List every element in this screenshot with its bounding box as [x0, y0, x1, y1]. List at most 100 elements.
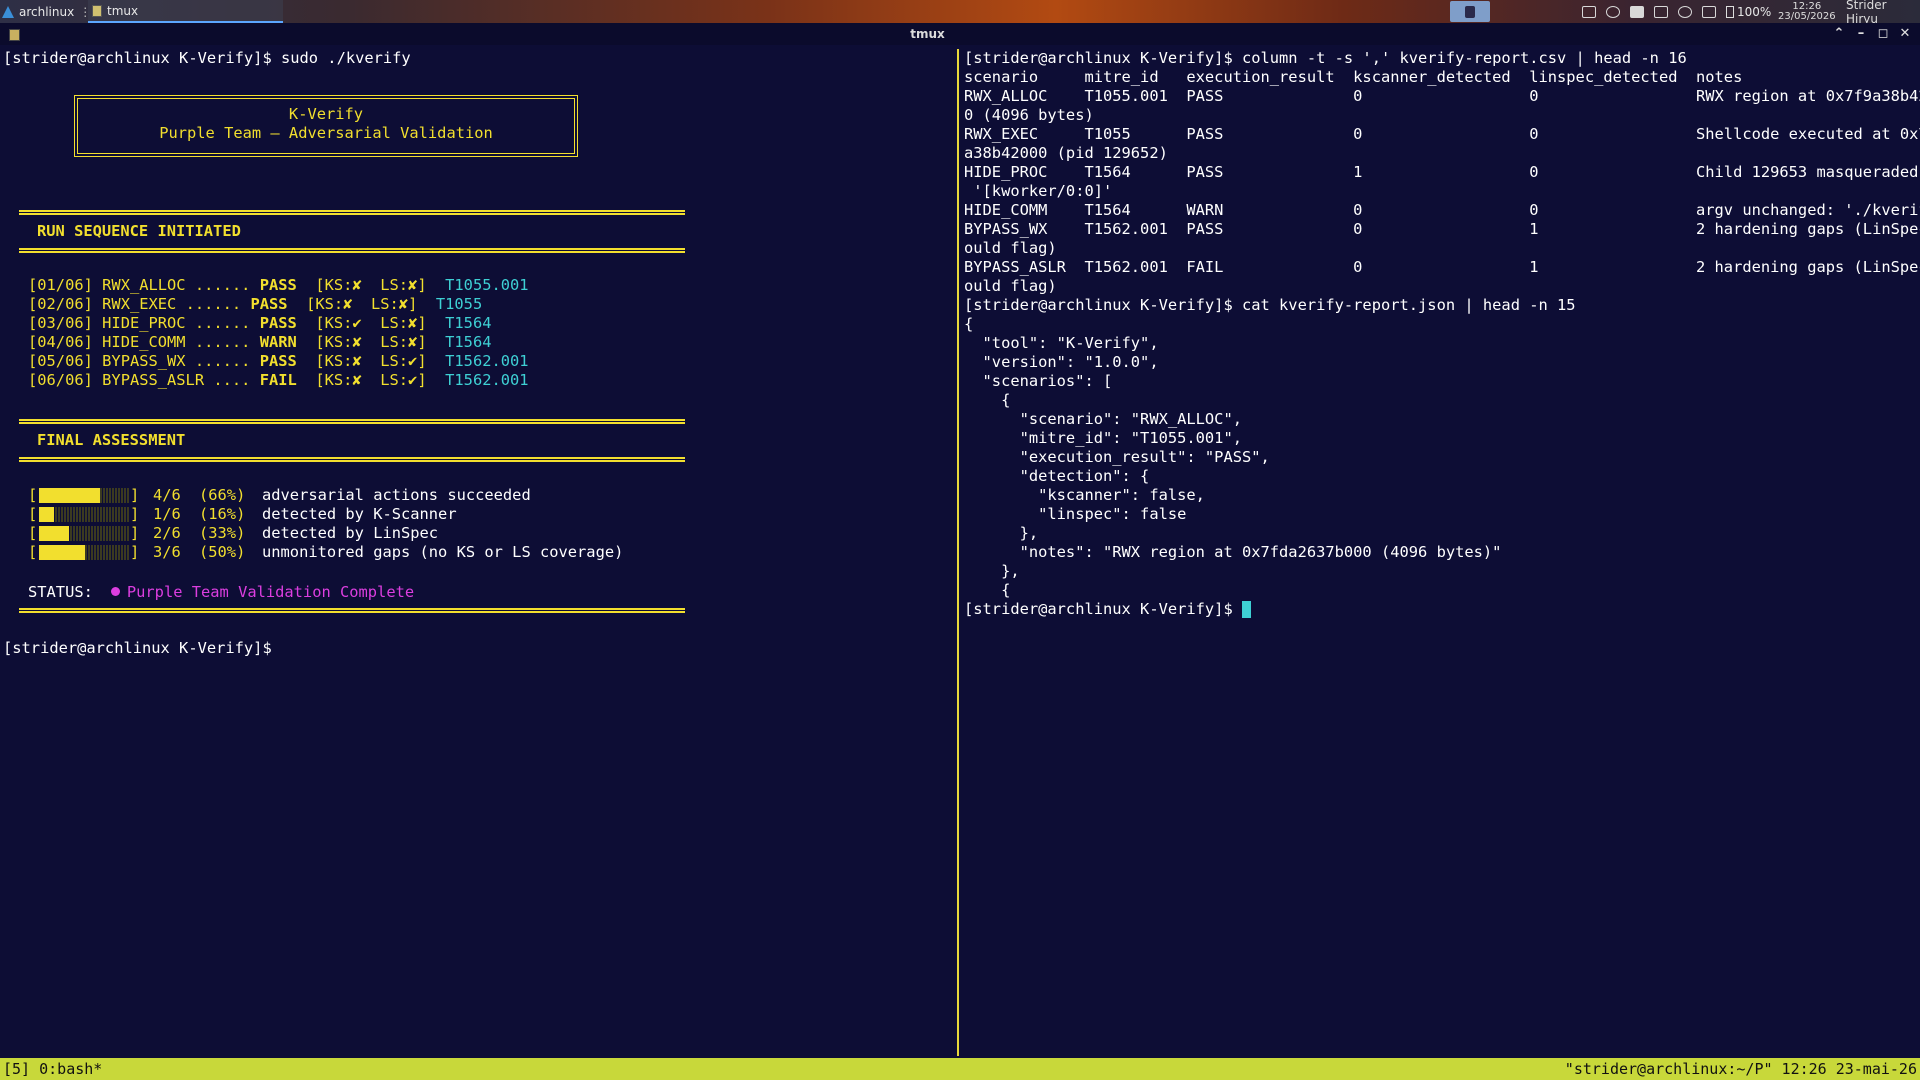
terminal-line: BYPASS_ASLR T1562.001 FAIL 0 1 2 hardeni… [964, 258, 1920, 276]
divider [19, 457, 685, 462]
clock[interactable]: 12:26 23/05/2026 [1778, 0, 1836, 23]
tray-app-button[interactable] [1450, 1, 1490, 22]
kscanner-flag: KS:✘ [324, 333, 362, 351]
shell-prompt: [strider@archlinux K-Verify]$ [3, 639, 272, 657]
terminal-line: BYPASS_WX T1562.001 PASS 0 1 2 hardening… [964, 220, 1920, 238]
scenario-dots: ...... [185, 295, 242, 313]
terminal-line: HIDE_PROC T1564 PASS 1 0 Child 129653 ma… [964, 163, 1920, 181]
scenario-dots: ...... [194, 314, 251, 332]
progress-bar [39, 507, 130, 522]
terminal-line: 0 (4096 bytes) [964, 106, 1094, 124]
mitre-id: T1564 [445, 333, 492, 351]
bar-bracket: ] [130, 524, 140, 542]
assessment-label: adversarial actions succeeded [262, 486, 531, 504]
left-terminal-pane[interactable]: [strider@archlinux K-Verify]$ sudo ./kve… [3, 49, 953, 1054]
assessment-percent: (66%) [199, 486, 246, 504]
assessment-ratio: 2/6 [153, 524, 181, 542]
terminal-line: "kscanner": false, [964, 486, 1205, 504]
final-assessment-header: FINAL ASSESSMENT [37, 431, 186, 449]
scenario-name: HIDE_COMM [102, 333, 186, 351]
notification-icon[interactable] [1678, 5, 1692, 18]
bar-bracket: [ [28, 543, 38, 561]
status-label: STATUS: [28, 583, 93, 601]
bar-bracket: [ [28, 505, 38, 523]
mitre-id: T1562.001 [445, 371, 529, 389]
terminal-icon [92, 4, 102, 17]
battery-percent: 100% [1737, 4, 1772, 19]
folder-icon[interactable] [1630, 5, 1644, 18]
status-line: STATUS: Purple Team Validation Complete [28, 583, 414, 602]
volume-icon[interactable] [1702, 5, 1716, 18]
scenario-result: PASS [259, 352, 297, 370]
linspec-flag: LS:✔ [380, 371, 418, 389]
scenario-result: WARN [259, 333, 297, 351]
scenario-result: PASS [259, 276, 297, 294]
system-tray [1582, 0, 1716, 23]
kscanner-flag: KS:✘ [324, 352, 362, 370]
terminal-line: '[kworker/0:0]' [964, 182, 1113, 200]
terminal-line: [strider@archlinux K-Verify]$ [964, 600, 1242, 618]
terminal-line: "tool": "K-Verify", [964, 334, 1159, 352]
minimize-icon[interactable]: – [1852, 25, 1870, 43]
terminal-line: }, [964, 524, 1039, 542]
terminal-line: { [964, 315, 974, 333]
progress-bar [39, 545, 130, 560]
pane-divider[interactable] [957, 49, 959, 1056]
clipboard-icon[interactable] [1654, 5, 1668, 18]
terminal-line: "scenario": "RWX_ALLOC", [964, 410, 1242, 428]
terminal-line: "detection": { [964, 467, 1150, 485]
progress-bar [39, 488, 130, 503]
terminal-cursor [1242, 601, 1252, 618]
assessment-label: detected by LinSpec [262, 524, 439, 542]
close-icon[interactable]: ✕ [1896, 25, 1914, 43]
terminal-line: scenario mitre_id execution_result kscan… [964, 68, 1743, 86]
tmux-window-list[interactable]: [5] 0:bash* [3, 1058, 102, 1080]
assessment-label: detected by K-Scanner [262, 505, 457, 523]
display-icon[interactable] [1582, 5, 1596, 18]
divider [19, 248, 685, 253]
scenario-index: [03/06] [28, 314, 93, 332]
divider [19, 419, 685, 424]
taskbar-item-label: archlinux [19, 4, 75, 19]
scenario-index: [02/06] [28, 295, 93, 313]
kscanner-flag: KS:✔ [324, 314, 362, 332]
scenario-row: [06/06] BYPASS_ASLR .... FAIL [KS:✘ LS:✔… [28, 371, 529, 389]
scenario-dots: ...... [194, 333, 251, 351]
terminal-line: HIDE_COMM T1564 WARN 0 0 argv unchanged:… [964, 201, 1920, 219]
battery-indicator[interactable]: 100% [1726, 0, 1771, 23]
scenario-row: [01/06] RWX_ALLOC ...... PASS [KS:✘ LS:✘… [28, 276, 529, 294]
tmux-status-right: "strider@archlinux:~/P" 12:26 23-mai-26 [1564, 1060, 1917, 1078]
assessment-percent: (33%) [199, 524, 246, 542]
mitre-id: T1564 [445, 314, 492, 332]
linspec-flag: LS:✘ [380, 276, 418, 294]
bar-bracket: [ [28, 524, 38, 542]
terminal-line: "version": "1.0.0", [964, 353, 1159, 371]
kscanner-flag: KS:✘ [324, 276, 362, 294]
linspec-flag: LS:✔ [380, 352, 418, 370]
assessment-ratio: 1/6 [153, 505, 181, 523]
taskbar-item-label: tmux [107, 3, 139, 18]
taskbar-item-tmux[interactable]: tmux [88, 0, 283, 23]
bar-bracket: ] [130, 505, 140, 523]
scenario-row: [02/06] RWX_EXEC ...... PASS [KS:✘ LS:✘]… [28, 295, 483, 313]
window-titlebar[interactable]: tmux ⌃ – ◻ ✕ [0, 23, 1920, 45]
linspec-flag: LS:✘ [380, 333, 418, 351]
user-name[interactable]: Strider Hiryu [1846, 0, 1920, 26]
assessment-label: unmonitored gaps (no KS or LS coverage) [262, 543, 624, 561]
arch-logo-icon [2, 5, 14, 18]
window-title: tmux [910, 27, 945, 41]
clock-time: 12:26 [1792, 0, 1822, 12]
scenario-index: [04/06] [28, 333, 93, 351]
scenario-name: RWX_ALLOC [102, 276, 186, 294]
taskbar-item-archlinux[interactable]: archlinux ⋮ [2, 0, 91, 23]
right-terminal-pane[interactable]: [strider@archlinux K-Verify]$ column -t … [964, 49, 1920, 1054]
banner-subtitle: Purple Team – Adversarial Validation [159, 124, 493, 142]
scenario-result: FAIL [259, 371, 297, 389]
scenario-name: RWX_EXEC [102, 295, 177, 313]
keep-above-icon[interactable]: ⌃ [1830, 25, 1848, 43]
bluetooth-icon[interactable] [1606, 5, 1620, 18]
scenario-name: BYPASS_WX [102, 352, 186, 370]
assessment-percent: (16%) [199, 505, 246, 523]
scenario-result: PASS [250, 295, 288, 313]
maximize-icon[interactable]: ◻ [1874, 25, 1892, 43]
